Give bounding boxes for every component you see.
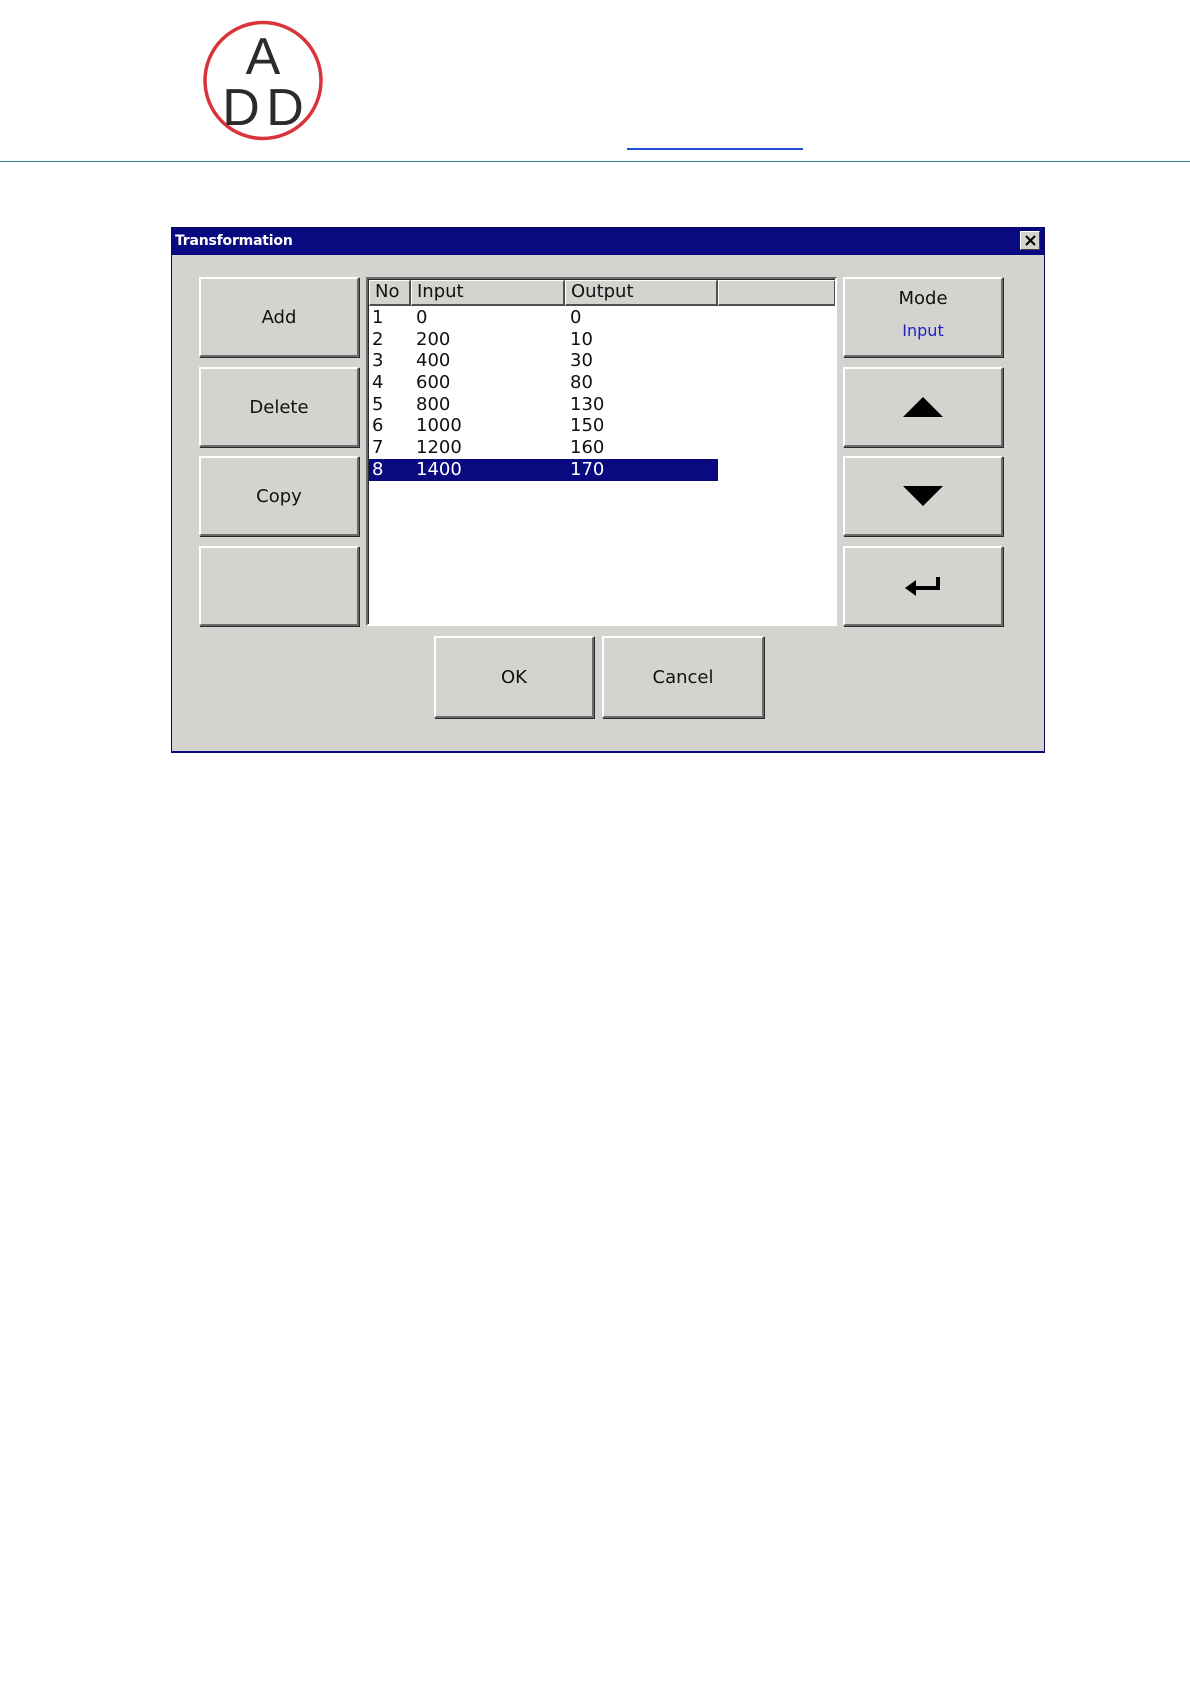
cancel-button[interactable]: Cancel — [602, 636, 764, 718]
mode-button-label: Mode — [898, 288, 948, 309]
table-row[interactable]: 3 400 30 — [369, 350, 718, 372]
cell-input: 1000 — [416, 415, 462, 437]
mode-button[interactable]: Mode Input — [843, 277, 1003, 357]
cell-output: 0 — [570, 307, 582, 328]
cell-input: 200 — [416, 328, 451, 350]
copy-button[interactable]: Copy — [199, 456, 359, 536]
cancel-button-label: Cancel — [652, 666, 714, 688]
table-row[interactable]: 2 200 10 — [369, 329, 718, 351]
svg-text:A: A — [246, 28, 281, 86]
transformation-table[interactable]: No Input Output 1 0 0 2 200 10 3 400 30 4 600 80 5 80… — [366, 277, 837, 626]
header-link-underline[interactable] — [627, 148, 803, 150]
svg-text:D: D — [222, 79, 260, 137]
cell-input: 0 — [416, 307, 428, 328]
cell-input: 400 — [416, 350, 451, 372]
close-icon — [1025, 235, 1036, 246]
mode-value: Input — [902, 321, 944, 340]
table-row[interactable]: 5 800 130 — [369, 394, 718, 416]
add-logo: A D D — [203, 20, 323, 141]
ok-button[interactable]: OK — [434, 636, 594, 718]
cell-no: 3 — [372, 350, 384, 372]
table-header: No Input Output — [369, 280, 835, 306]
column-header-empty[interactable] — [718, 280, 835, 306]
cell-input: 1200 — [416, 437, 462, 459]
cell-output: 150 — [570, 415, 605, 437]
svg-text:D: D — [266, 79, 304, 137]
add-button[interactable]: Add — [199, 277, 359, 357]
table-row[interactable]: 6 1000 150 — [369, 415, 718, 437]
column-header-no[interactable]: No — [369, 280, 411, 306]
copy-button-label: Copy — [256, 485, 302, 507]
triangle-up-icon — [903, 397, 943, 417]
transformation-dialog: Transformation Add Delete Copy No Input … — [171, 227, 1045, 753]
move-down-button[interactable] — [843, 456, 1003, 536]
cell-output: 130 — [570, 393, 605, 415]
cell-no: 2 — [372, 328, 384, 350]
table-body: 1 0 0 2 200 10 3 400 30 4 600 80 5 800 130 6 1000 150 7 120… — [369, 307, 718, 481]
dialog-title: Transformation — [175, 233, 293, 249]
cell-no: 8 — [372, 458, 384, 480]
cell-no: 1 — [372, 307, 384, 328]
delete-button-label: Delete — [249, 396, 309, 418]
table-row[interactable]: 1 0 0 — [369, 307, 718, 329]
cell-input: 1400 — [416, 458, 462, 480]
header-divider — [0, 161, 1190, 162]
cell-no: 4 — [372, 372, 384, 394]
cell-no: 6 — [372, 415, 384, 437]
dialog-titlebar[interactable]: Transformation — [172, 228, 1044, 255]
enter-button[interactable] — [843, 546, 1003, 626]
close-button[interactable] — [1020, 231, 1040, 250]
column-header-output[interactable]: Output — [565, 280, 718, 306]
move-up-button[interactable] — [843, 367, 1003, 447]
cell-output: 160 — [570, 437, 605, 459]
table-row[interactable]: 8 1400 170 — [369, 458, 718, 481]
cell-no: 5 — [372, 393, 384, 415]
cell-output: 170 — [570, 458, 605, 480]
table-row[interactable]: 4 600 80 — [369, 372, 718, 394]
cell-output: 30 — [570, 350, 593, 372]
cell-input: 600 — [416, 372, 451, 394]
delete-button[interactable]: Delete — [199, 367, 359, 447]
add-button-label: Add — [261, 306, 297, 328]
cell-no: 7 — [372, 437, 384, 459]
cell-output: 10 — [570, 328, 593, 350]
enter-arrow-icon — [905, 577, 940, 596]
cell-output: 80 — [570, 372, 593, 394]
blank-button[interactable] — [199, 546, 359, 626]
triangle-down-icon — [903, 486, 943, 506]
ok-button-label: OK — [501, 666, 527, 688]
table-row[interactable]: 7 1200 160 — [369, 437, 718, 459]
column-header-input[interactable]: Input — [411, 280, 565, 306]
cell-input: 800 — [416, 393, 451, 415]
